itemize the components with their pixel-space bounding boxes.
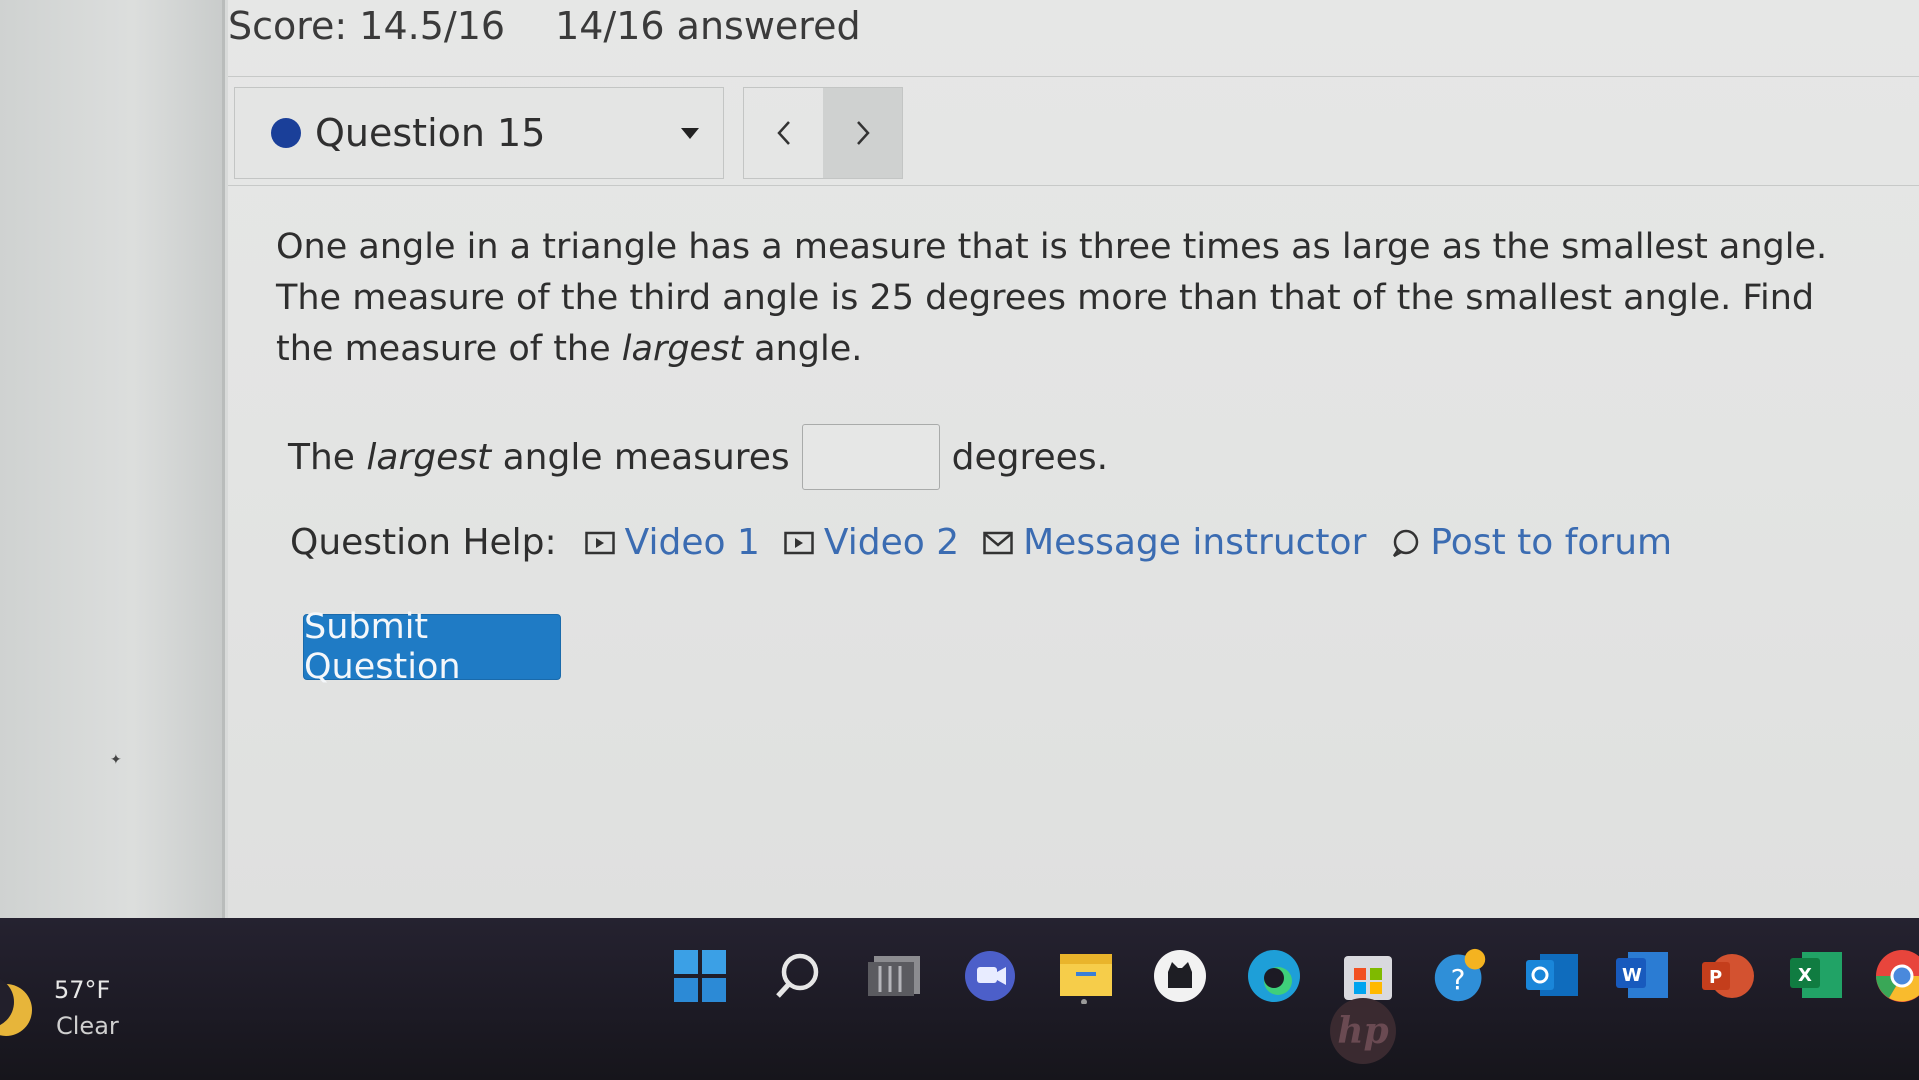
answer-row: The largest angle measures degrees. xyxy=(288,424,1108,490)
weather-temperature: 57°F xyxy=(54,976,111,1004)
question-emphasis: largest xyxy=(621,329,744,369)
answered-count: 14/16 answered xyxy=(555,4,861,48)
file-explorer-icon[interactable] xyxy=(1058,948,1114,1004)
question-navigation: Question 15 xyxy=(228,76,1919,186)
svg-text:W: W xyxy=(1622,965,1642,986)
post-to-forum-label: Post to forum xyxy=(1430,522,1673,563)
question-text-part1: One angle in a triangle has a measure th… xyxy=(276,227,1828,369)
svg-text:?: ? xyxy=(1451,963,1466,996)
chevron-left-icon xyxy=(776,121,790,145)
answer-suffix: degrees. xyxy=(951,436,1109,478)
mouse-cursor-icon: ✦ xyxy=(110,752,122,768)
hp-logo: hp xyxy=(1330,998,1396,1064)
video-1-label: Video 1 xyxy=(624,522,760,563)
edge-browser-icon[interactable] xyxy=(1246,948,1302,1004)
chevron-right-icon xyxy=(856,121,870,145)
answer-prefix: The xyxy=(288,436,367,478)
video-icon xyxy=(584,531,615,554)
prev-next-group xyxy=(743,87,903,179)
github-icon[interactable] xyxy=(1152,948,1208,1004)
excel-icon[interactable]: X xyxy=(1788,948,1844,1004)
chrome-icon[interactable] xyxy=(1870,948,1919,1004)
search-icon[interactable] xyxy=(770,948,826,1004)
word-icon[interactable]: W xyxy=(1614,948,1670,1004)
question-selector-dropdown[interactable]: Question 15 xyxy=(234,87,724,179)
weather-widget[interactable]: 57°F Clear xyxy=(0,948,140,1040)
next-question-button[interactable] xyxy=(823,88,902,178)
svg-text:X: X xyxy=(1798,965,1812,986)
microsoft-store-icon[interactable] xyxy=(1340,948,1396,1004)
get-help-icon[interactable]: ? xyxy=(1432,948,1488,1004)
answer-emphasis: largest xyxy=(366,436,492,478)
score-text: Score: 14.5/16 xyxy=(228,4,506,48)
video-2-label: Video 2 xyxy=(823,522,960,563)
question-help-label: Question Help: xyxy=(290,522,557,563)
post-to-forum-link[interactable]: Post to forum xyxy=(1390,522,1672,563)
left-gutter: ✦ xyxy=(0,0,225,920)
question-page: Score: 14.5/16 14/16 answered Question 1… xyxy=(228,0,1919,920)
question-selector-label: Question 15 xyxy=(315,111,546,155)
answer-input[interactable] xyxy=(801,424,940,490)
video-2-link[interactable]: Video 2 xyxy=(784,522,959,563)
speech-bubble-icon xyxy=(1393,529,1419,557)
previous-question-button[interactable] xyxy=(744,88,823,178)
question-status-dot-icon xyxy=(271,118,301,148)
question-prompt: One angle in a triangle has a measure th… xyxy=(276,222,1876,375)
caret-down-icon xyxy=(681,127,699,139)
weather-condition: Clear xyxy=(56,1012,119,1040)
outlook-icon[interactable] xyxy=(1524,948,1580,1004)
score-bar: Score: 14.5/16 14/16 answered xyxy=(228,0,861,52)
svg-text:P: P xyxy=(1709,967,1722,988)
question-text-part2: angle. xyxy=(743,329,863,369)
message-instructor-label: Message instructor xyxy=(1023,522,1367,563)
file-viewer-icon[interactable] xyxy=(866,948,922,1004)
message-instructor-link[interactable]: Message instructor xyxy=(983,522,1366,563)
video-1-link[interactable]: Video 1 xyxy=(584,522,760,563)
answer-middle: angle measures xyxy=(491,436,790,478)
windows-start-icon[interactable] xyxy=(672,948,728,1004)
teams-chat-icon[interactable] xyxy=(962,948,1018,1004)
powerpoint-icon[interactable]: P xyxy=(1700,948,1756,1004)
video-icon xyxy=(784,531,814,554)
question-help: Question Help: Video 1 Video 2 Message i… xyxy=(290,522,1696,563)
windows-taskbar: 57°F Clear ? W P X hp xyxy=(0,918,1919,1080)
submit-question-button[interactable]: Submit Question xyxy=(303,607,561,687)
envelope-icon xyxy=(983,531,1013,554)
